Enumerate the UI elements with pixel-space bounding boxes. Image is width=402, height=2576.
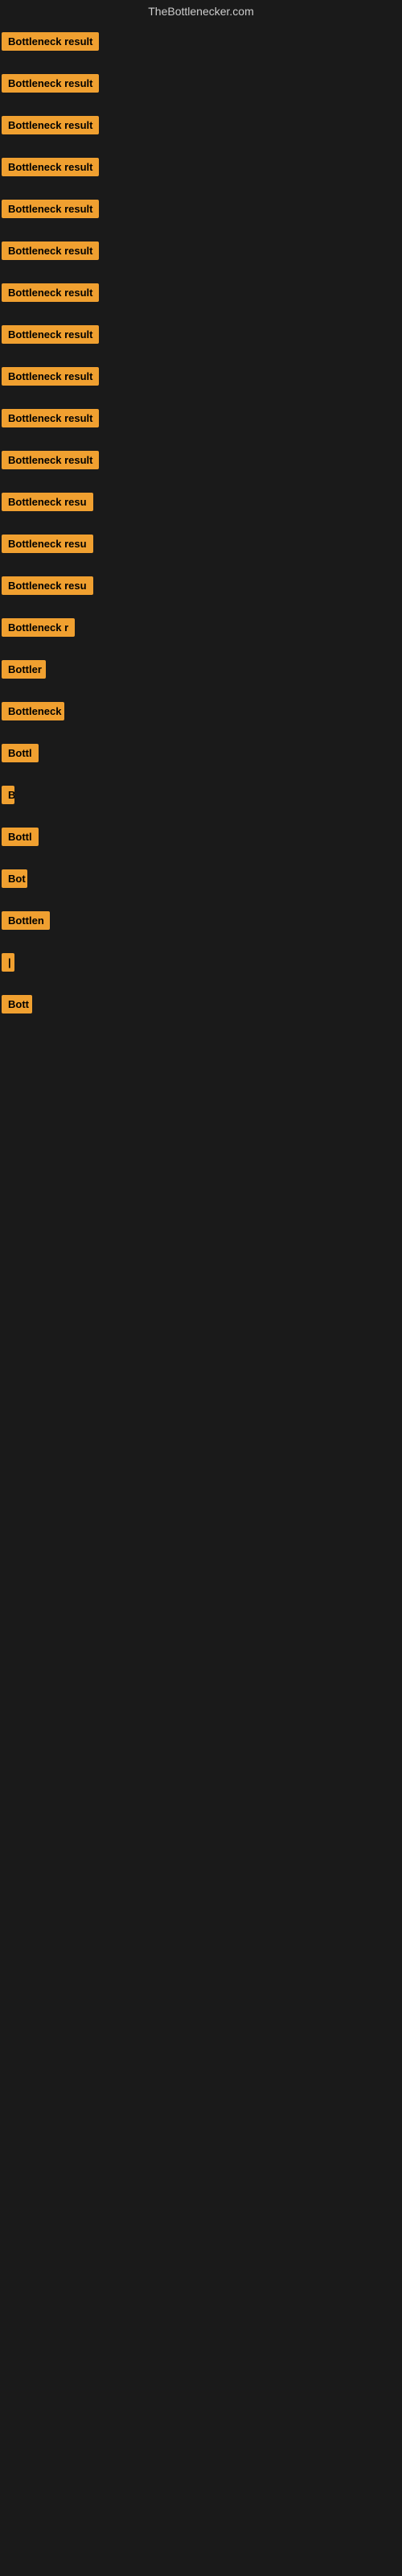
bottleneck-label-16: Bottler: [2, 660, 46, 679]
result-item-3: Bottleneck result: [0, 106, 402, 148]
result-item-9: Bottleneck result: [0, 357, 402, 399]
bottleneck-label-24: Bott: [2, 995, 32, 1013]
site-title: TheBottlenecker.com: [0, 0, 402, 23]
result-item-21: Bot: [0, 860, 402, 902]
bottleneck-label-19: B: [2, 786, 14, 804]
bottleneck-label-2: Bottleneck result: [2, 74, 99, 93]
result-item-18: Bottl: [0, 734, 402, 776]
bottleneck-label-1: Bottleneck result: [2, 32, 99, 51]
result-item-13: Bottleneck resu: [0, 525, 402, 567]
bottleneck-label-5: Bottleneck result: [2, 200, 99, 218]
result-item-6: Bottleneck result: [0, 232, 402, 274]
result-item-22: Bottlen: [0, 902, 402, 943]
bottleneck-label-11: Bottleneck result: [2, 451, 99, 469]
result-item-7: Bottleneck result: [0, 274, 402, 316]
bottleneck-label-17: Bottleneck: [2, 702, 64, 720]
bottleneck-label-4: Bottleneck result: [2, 158, 99, 176]
bottleneck-label-13: Bottleneck resu: [2, 535, 93, 553]
bottleneck-label-7: Bottleneck result: [2, 283, 99, 302]
bottleneck-label-23: |: [2, 953, 14, 972]
bottleneck-label-10: Bottleneck result: [2, 409, 99, 427]
bottleneck-label-18: Bottl: [2, 744, 39, 762]
bottleneck-label-8: Bottleneck result: [2, 325, 99, 344]
result-item-23: |: [0, 943, 402, 985]
site-title-text: TheBottlenecker.com: [148, 5, 254, 18]
result-item-5: Bottleneck result: [0, 190, 402, 232]
result-item-20: Bottl: [0, 818, 402, 860]
result-item-16: Bottler: [0, 650, 402, 692]
result-item-8: Bottleneck result: [0, 316, 402, 357]
bottleneck-label-3: Bottleneck result: [2, 116, 99, 134]
bottleneck-label-12: Bottleneck resu: [2, 493, 93, 511]
result-item-15: Bottleneck r: [0, 609, 402, 650]
result-item-14: Bottleneck resu: [0, 567, 402, 609]
bottleneck-label-9: Bottleneck result: [2, 367, 99, 386]
bottleneck-label-20: Bottl: [2, 828, 39, 846]
bottleneck-label-14: Bottleneck resu: [2, 576, 93, 595]
result-item-24: Bott: [0, 985, 402, 1027]
result-item-2: Bottleneck result: [0, 64, 402, 106]
result-item-17: Bottleneck: [0, 692, 402, 734]
result-item-11: Bottleneck result: [0, 441, 402, 483]
bottleneck-label-15: Bottleneck r: [2, 618, 75, 637]
bottleneck-label-21: Bot: [2, 869, 27, 888]
results-container: Bottleneck result Bottleneck result Bottle…: [0, 23, 402, 1671]
result-item-1: Bottleneck result: [0, 23, 402, 64]
result-item-4: Bottleneck result: [0, 148, 402, 190]
result-item-10: Bottleneck result: [0, 399, 402, 441]
bottleneck-label-22: Bottlen: [2, 911, 50, 930]
bottleneck-label-6: Bottleneck result: [2, 242, 99, 260]
result-item-19: B: [0, 776, 402, 818]
result-item-12: Bottleneck resu: [0, 483, 402, 525]
